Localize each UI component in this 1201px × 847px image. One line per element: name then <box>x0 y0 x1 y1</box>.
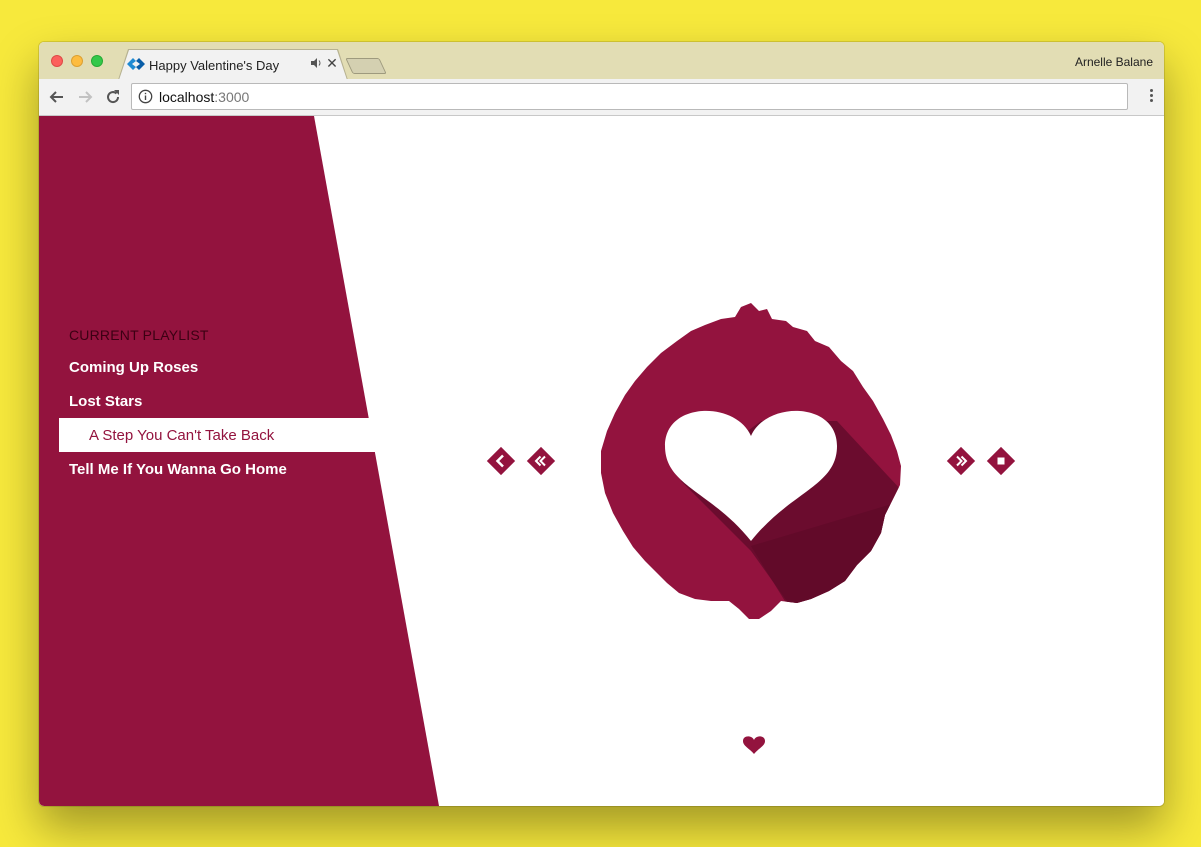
address-bar[interactable]: localhost:3000 <box>131 83 1128 110</box>
profile-name[interactable]: Arnelle Balane <box>1075 55 1153 69</box>
stop-icon <box>997 457 1005 465</box>
url-text: localhost:3000 <box>159 89 249 105</box>
close-window-button[interactable] <box>51 55 63 67</box>
maximize-window-button[interactable] <box>91 55 103 67</box>
info-icon[interactable] <box>138 89 153 104</box>
tab-title: Happy Valentine's Day <box>149 58 280 73</box>
tab-close-icon[interactable]: ✕ <box>325 55 339 71</box>
back-arrow-icon[interactable] <box>48 88 66 106</box>
previous-button[interactable] <box>486 446 516 476</box>
browser-window: Happy Valentine's Day ✕ Arnelle Balane l… <box>39 42 1164 806</box>
kebab-menu-icon[interactable] <box>1148 89 1154 105</box>
url-port: :3000 <box>214 89 250 105</box>
forward-arrow-icon[interactable] <box>76 88 94 106</box>
speaker-icon[interactable] <box>310 57 322 69</box>
rewind-button[interactable] <box>526 446 556 476</box>
playlist-item[interactable]: Coming Up Roses <box>69 359 198 376</box>
playlist-item-label: A Step You Can't Take Back <box>89 427 275 444</box>
new-tab-button[interactable] <box>345 58 387 74</box>
toolbar: localhost:3000 <box>39 79 1164 116</box>
playlist-item[interactable]: Lost Stars <box>69 393 142 410</box>
reload-icon[interactable] <box>104 88 122 106</box>
stop-button[interactable] <box>986 446 1016 476</box>
playlist-item-active[interactable]: A Step You Can't Take Back <box>59 418 375 452</box>
title-bar: Happy Valentine's Day ✕ Arnelle Balane <box>39 42 1164 80</box>
vscode-favicon-icon <box>127 58 145 70</box>
page-viewport: CURRENT PLAYLIST Coming Up Roses Lost St… <box>39 116 1164 806</box>
minimize-window-button[interactable] <box>71 55 83 67</box>
fast-forward-button[interactable] <box>946 446 976 476</box>
url-host: localhost <box>159 89 215 105</box>
playlist-item[interactable]: Tell Me If You Wanna Go Home <box>69 461 287 478</box>
album-disc[interactable] <box>601 301 902 621</box>
playlist-heading: CURRENT PLAYLIST <box>69 327 209 343</box>
heart-icon[interactable] <box>742 735 766 755</box>
